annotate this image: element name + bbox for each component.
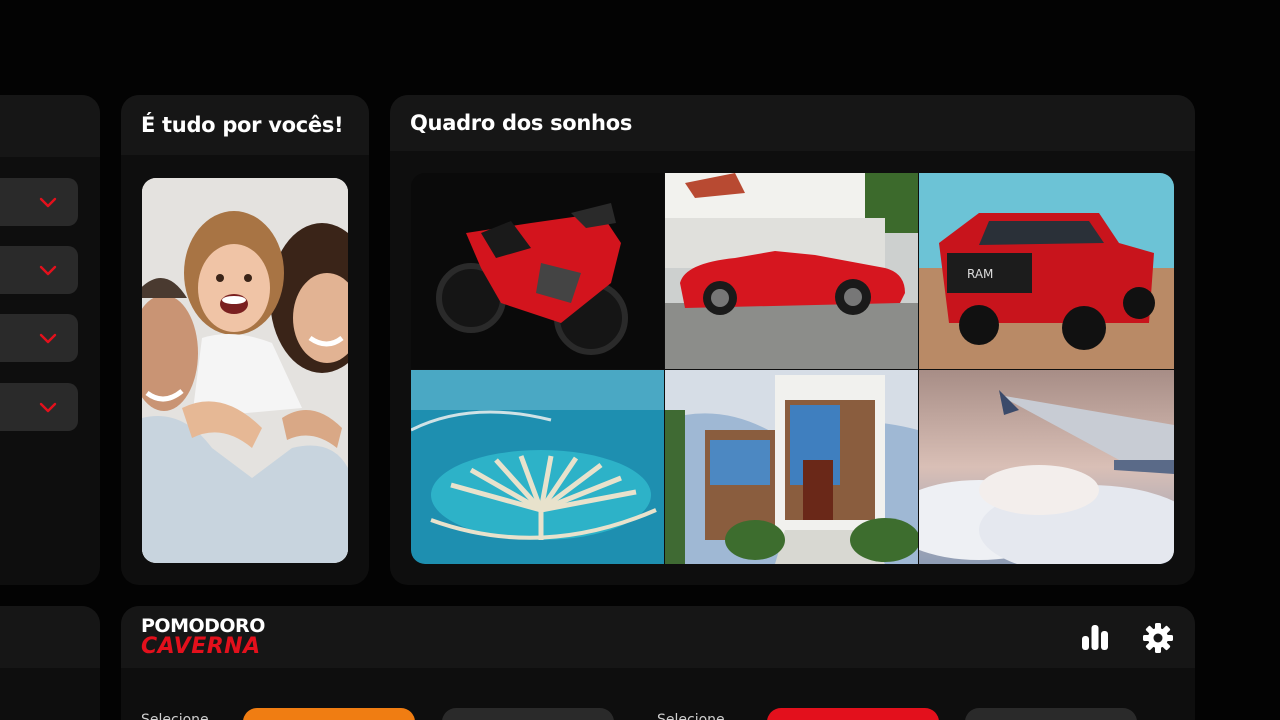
mode-pill-red[interactable] [767,708,939,720]
family-panel-header: É tudo por vocês! [121,95,369,155]
dream-board-panel: Quadro dos sonhos RAM [390,95,1195,585]
dream-image-pickup-truck: RAM [919,173,1174,369]
dream-image-airplane-wing [919,370,1174,564]
dropdown-3[interactable] [0,314,78,362]
left-settings-panel [0,95,100,585]
app-screen: É tudo por vocês! Quadro dos sonhos RAM … [0,0,1280,720]
chevron-down-icon [39,197,57,208]
chevron-down-icon [39,265,57,276]
left-lower-panel [0,606,100,720]
logo-bottom-text: CAVERNA [141,634,261,659]
mode-pill-dark-1[interactable] [442,708,614,720]
dream-image-modern-house [665,370,918,564]
select-label-2: Selecione [657,712,725,720]
bar-chart-icon[interactable] [1079,622,1111,654]
dropdown-4[interactable] [0,383,78,431]
pomodoro-panel: POMODORO CAVERNA Selecione Selecione [121,606,1195,720]
mode-pill-orange[interactable] [243,708,415,720]
dream-board-title: Quadro dos sonhos [410,111,633,135]
dream-image-convertible [665,173,918,369]
chevron-down-icon [39,402,57,413]
left-lower-panel-header [0,606,100,668]
mode-pill-dark-2[interactable] [965,708,1137,720]
family-panel: É tudo por vocês! [121,95,369,585]
dream-image-motorcycle [411,173,664,369]
pomodoro-logo: POMODORO CAVERNA [141,616,265,658]
dropdown-1[interactable] [0,178,78,226]
dream-board-header: Quadro dos sonhos [390,95,1195,151]
gear-icon[interactable] [1142,622,1174,654]
left-panel-header [0,95,100,157]
dream-board-grid: RAM [411,173,1174,564]
family-photo [142,178,348,563]
family-photo-illustration [142,178,348,563]
select-label-1: Selecione [141,712,209,720]
chevron-down-icon [39,333,57,344]
logo-top-text: POMODORO [141,615,265,637]
dropdown-2[interactable] [0,246,78,294]
pomodoro-header: POMODORO CAVERNA [121,606,1195,668]
svg-text:RAM: RAM [967,267,993,281]
dream-image-palm-island [411,370,664,564]
family-panel-title: É tudo por vocês! [141,113,344,137]
